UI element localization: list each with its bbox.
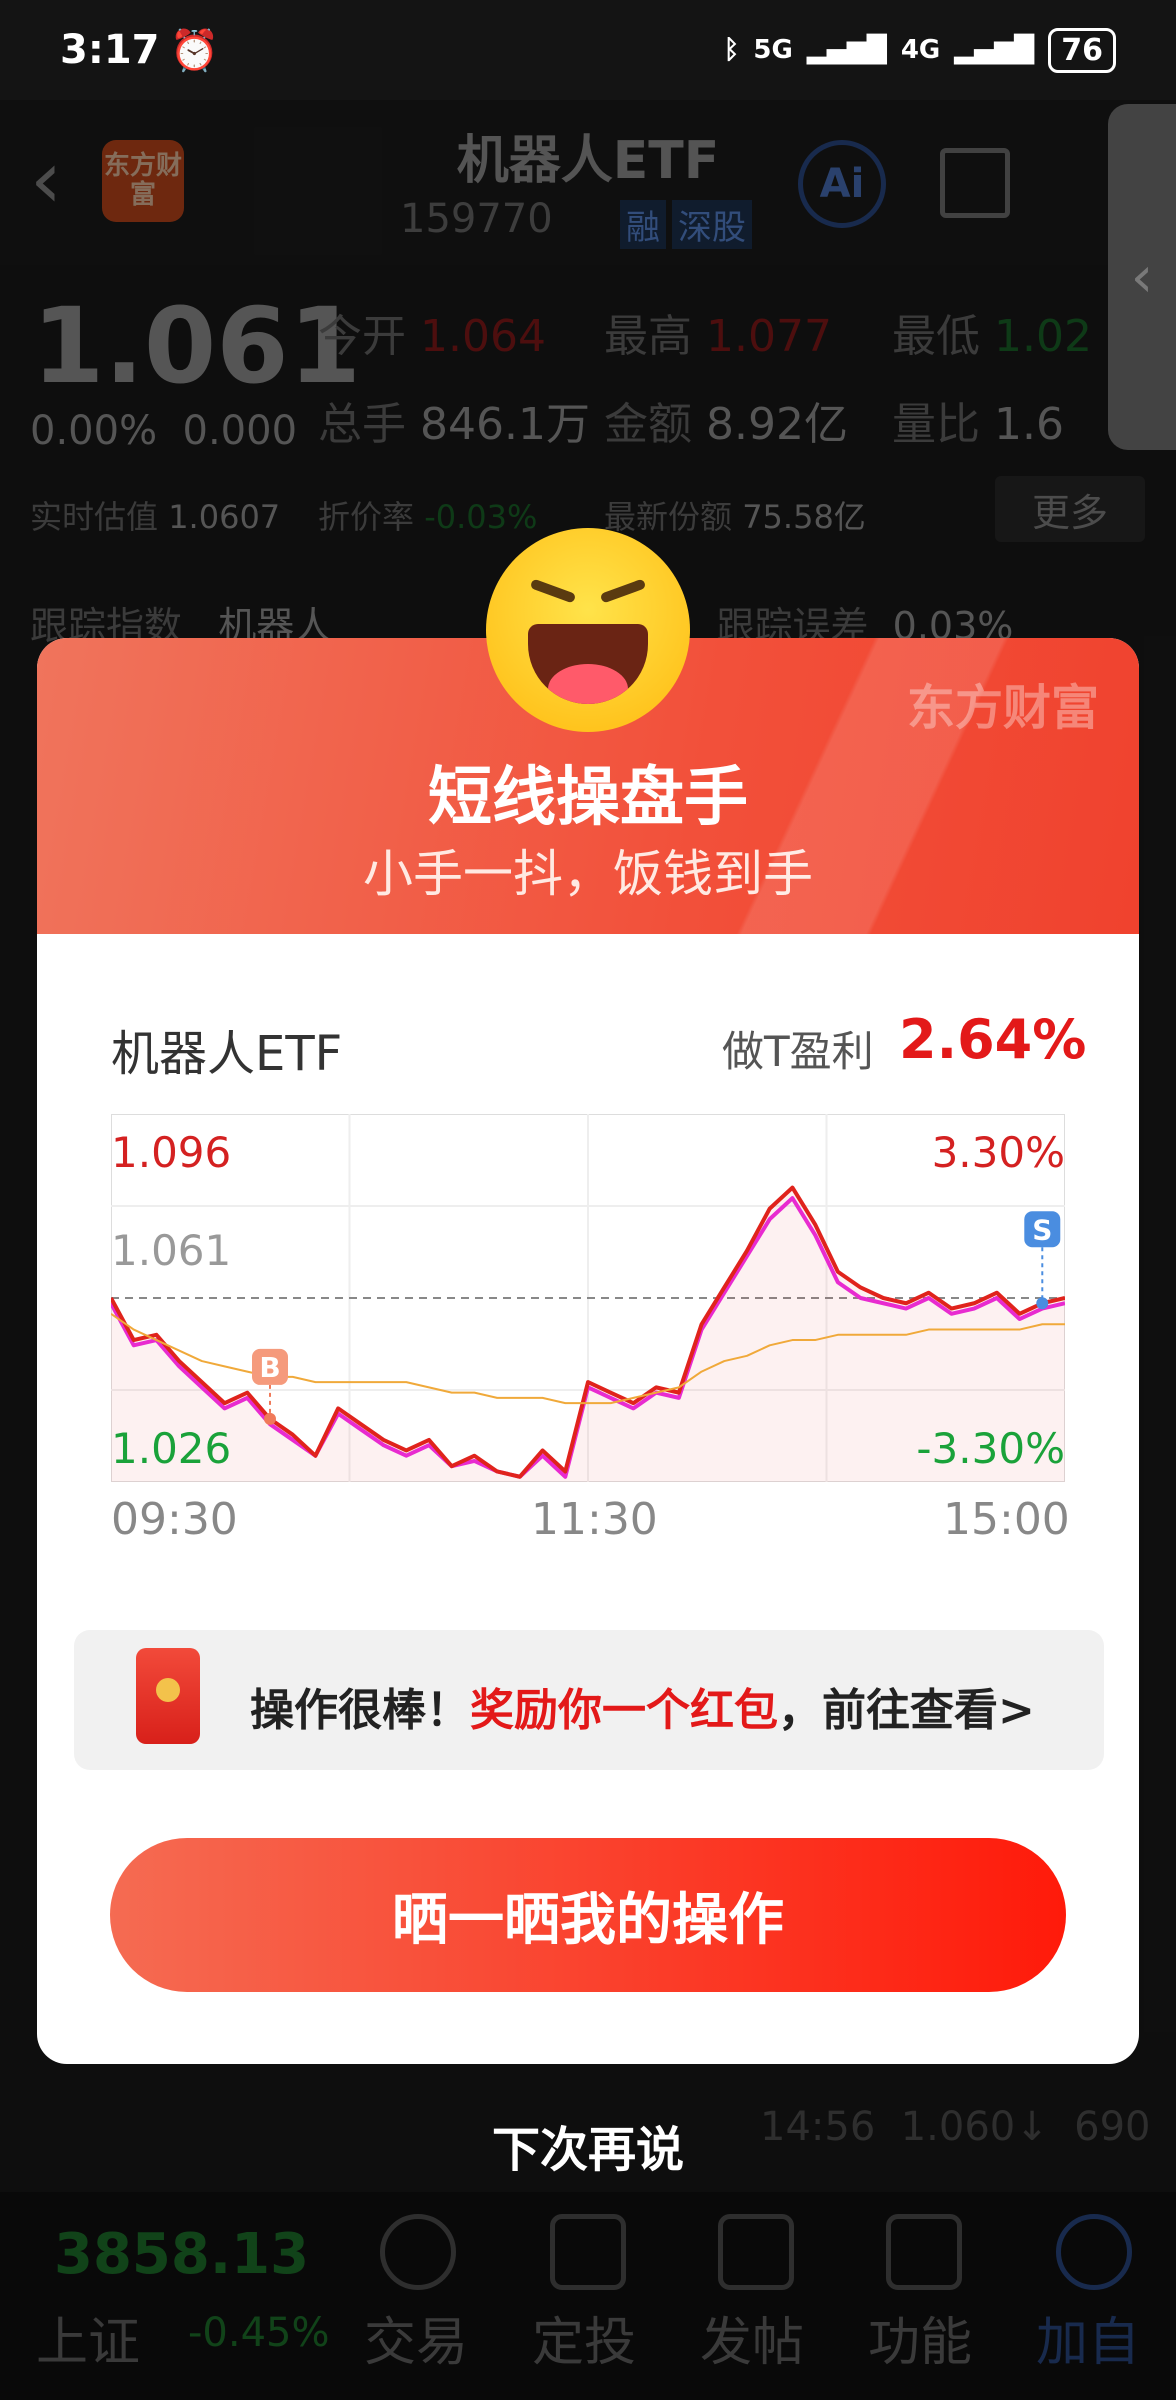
status-icons: ᛒ 5G ▂▄▆█ 4G ▂▄▆█ 76 xyxy=(723,27,1116,73)
profit-label: 做T盈利 xyxy=(722,1027,874,1076)
x-tick-0930: 09:30 xyxy=(111,1494,238,1545)
y-right-max-label: 3.30% xyxy=(931,1128,1065,1177)
marker-label-S: S xyxy=(1032,1213,1052,1246)
marker-label-B: B xyxy=(259,1351,280,1384)
modal-subtitle: 小手一抖，饭钱到手 xyxy=(363,845,813,903)
y-mid-label: 1.061 xyxy=(111,1226,232,1275)
reward-text[interactable]: 操作很棒！奖励你一个红包，前往查看> xyxy=(250,1674,1035,1738)
x-tick-1500: 15:00 xyxy=(943,1494,1070,1545)
bluetooth-icon: ᛒ xyxy=(723,35,740,65)
trade-result-modal: 东方财富 短线操盘手 小手一抖，饭钱到手 机器人ETF 做T盈利 2.64% B… xyxy=(37,638,1139,2064)
y-max-label: 1.096 xyxy=(111,1128,232,1177)
net1-label: 5G xyxy=(753,35,793,65)
status-time: 3:17 ⏰ xyxy=(60,27,220,74)
signal-icon-2: ▂▄▆█ xyxy=(954,35,1035,65)
laughing-emoji-icon xyxy=(486,528,690,732)
status-bar: 3:17 ⏰ ᛒ 5G ▂▄▆█ 4G ▂▄▆█ 76 xyxy=(0,0,1176,100)
reward-banner[interactable]: 操作很棒！奖励你一个红包，前往查看> xyxy=(74,1630,1104,1770)
profit-value: 2.64% xyxy=(899,1008,1087,1071)
dismiss-later-button[interactable]: 下次再说 xyxy=(0,2110,1176,2180)
battery-icon: 76 xyxy=(1048,27,1116,73)
marker-dot-S xyxy=(1036,1297,1049,1310)
signal-icon: ▂▄▆█ xyxy=(806,35,887,65)
alarm-icon: ⏰ xyxy=(169,27,220,74)
modal-brand: 东方财富 xyxy=(906,680,1099,736)
y-min-label: 1.026 xyxy=(111,1424,232,1473)
etf-name: 机器人ETF xyxy=(111,1026,343,1082)
y-right-min-label: -3.30% xyxy=(916,1424,1065,1473)
marker-dot-B xyxy=(264,1412,276,1425)
modal-title: 短线操盘手 xyxy=(428,761,748,835)
net2-label: 4G xyxy=(900,35,941,65)
x-tick-1130: 11:30 xyxy=(531,1494,658,1545)
share-operation-button[interactable]: 晒一晒我的操作 xyxy=(110,1838,1066,1992)
red-envelope-icon xyxy=(136,1648,200,1744)
